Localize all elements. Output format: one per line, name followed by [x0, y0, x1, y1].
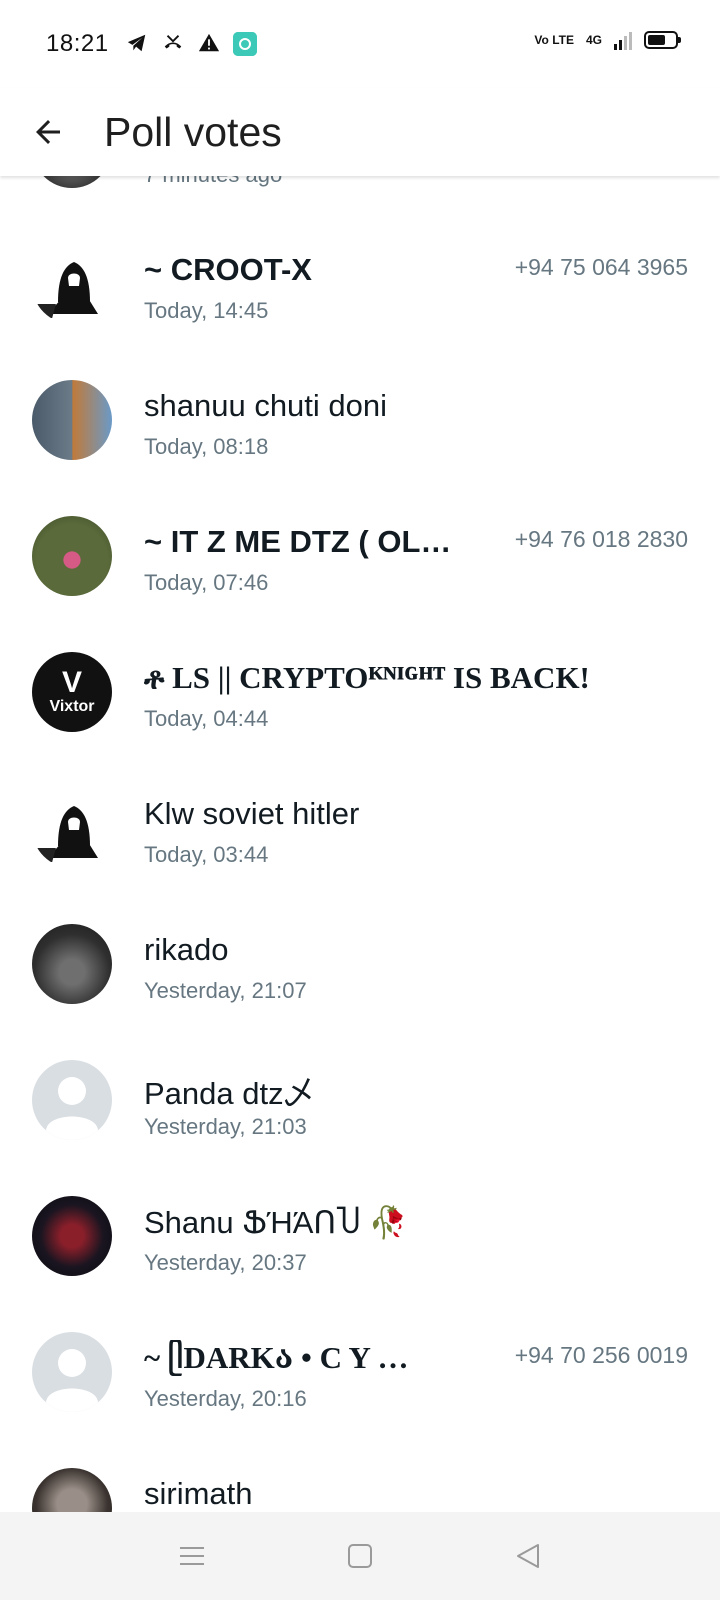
- avatar: [32, 176, 112, 188]
- voter-list[interactable]: 7 minutes ago ~ CROOT-X Today, 14:45 +94…: [0, 176, 720, 1512]
- list-item[interactable]: rikado Yesterday, 21:07: [0, 896, 720, 1032]
- phone-number: +94 75 064 3965: [514, 254, 688, 280]
- voter-name: shanuu chuti doni: [144, 388, 388, 423]
- voter-name: ~ IT Z ME DTZ ( OL…: [144, 524, 452, 559]
- photo-avatar: [32, 1196, 112, 1276]
- vote-time: Today, 07:46: [144, 570, 269, 595]
- default-avatar: [32, 1060, 112, 1140]
- vote-time: Today, 03:44: [144, 842, 269, 867]
- vixtor-logo-text: Vixtor: [49, 698, 95, 715]
- vote-time: Today, 04:44: [144, 706, 269, 731]
- list-item[interactable]: ~ ᥫDARKა • C Y … Yesterday, 20:16 +94 70…: [0, 1304, 720, 1440]
- menu-icon: [180, 1547, 204, 1565]
- vote-time: 7 minutes ago: [144, 176, 282, 188]
- battery-icon: [644, 31, 681, 49]
- voter-name: Shanu ՖΉΆՈႮ 🥀: [144, 1205, 408, 1240]
- phone-number: +94 70 256 0019: [514, 1342, 688, 1368]
- photo-avatar: [32, 516, 112, 596]
- list-item[interactable]: Klw soviet hitler Today, 03:44: [0, 760, 720, 896]
- missed-call-icon: [161, 32, 185, 56]
- voter-name: sirimath: [144, 1476, 253, 1511]
- voter-name: Panda dtz乄: [144, 1076, 315, 1111]
- default-avatar: [32, 1332, 112, 1412]
- telegram-icon: [125, 32, 149, 56]
- vote-time: Yesterday, 20:37: [144, 1250, 307, 1275]
- signal-strength-icon: [614, 30, 632, 50]
- list-item[interactable]: V Vixtor ቶ LS || CRYPTOᴷᴺᴵᴳᴴᵀ IS BACK! T…: [0, 624, 720, 760]
- vote-time: Today, 08:18: [144, 434, 269, 459]
- back-icon: [517, 1544, 539, 1568]
- home-button[interactable]: [336, 1532, 384, 1580]
- app-notification-icon: [232, 32, 257, 56]
- system-navigation-bar: [0, 1512, 720, 1600]
- status-bar: 18:21 Vo LTE 4G: [0, 0, 720, 88]
- voter-name: ~ CROOT-X: [144, 252, 312, 287]
- vote-time: Yesterday, 21:07: [144, 978, 307, 1003]
- menu-button[interactable]: [168, 1532, 216, 1580]
- app-bar: Poll votes: [0, 88, 720, 176]
- volte-label: Vo LTE: [534, 33, 574, 47]
- back-button[interactable]: [0, 88, 96, 176]
- list-item[interactable]: 7 minutes ago: [0, 176, 720, 216]
- nav-back-button[interactable]: [504, 1532, 552, 1580]
- voter-name: Klw soviet hitler: [144, 796, 360, 831]
- phone-number: +94 76 018 2830: [514, 526, 688, 552]
- vote-time: Yesterday, 20:16: [144, 1386, 307, 1411]
- vote-time: Yesterday, 21:03: [144, 1114, 307, 1139]
- photo-avatar: [32, 380, 112, 460]
- vote-time: Today, 14:45: [144, 298, 269, 323]
- arrow-left-icon: [36, 120, 60, 144]
- list-item[interactable]: Shanu ՖΉΆՈႮ 🥀 Yesterday, 20:37: [0, 1168, 720, 1304]
- system-indicators: Vo LTE 4G: [534, 30, 681, 50]
- voter-name: rikado: [144, 932, 229, 967]
- person-icon: [46, 1077, 98, 1140]
- voter-name: ~ ᥫDARKა • C Y …: [144, 1340, 409, 1375]
- vixtor-logo-mark: V: [61, 666, 82, 699]
- warning-icon: [197, 32, 221, 56]
- list-item[interactable]: Panda dtz乄 Yesterday, 21:03: [0, 1032, 720, 1168]
- notification-icons: [125, 32, 257, 56]
- photo-avatar: [32, 1468, 112, 1512]
- list-item[interactable]: sirimath: [0, 1440, 720, 1512]
- photo-avatar: [32, 924, 112, 1004]
- page-title: Poll votes: [104, 108, 282, 155]
- person-icon: [46, 1349, 98, 1412]
- list-item[interactable]: shanuu chuti doni Today, 08:18: [0, 352, 720, 488]
- home-icon: [348, 1544, 372, 1568]
- hacker-avatar: [32, 244, 112, 324]
- vixtor-avatar: V Vixtor: [32, 652, 112, 732]
- hacker-avatar: [32, 788, 112, 868]
- network-type-label: 4G: [585, 33, 602, 47]
- list-item[interactable]: ~ CROOT-X Today, 14:45 +94 75 064 3965: [0, 216, 720, 352]
- status-time: 18:21: [46, 30, 109, 57]
- list-item[interactable]: ~ IT Z ME DTZ ( OL… Today, 07:46 +94 76 …: [0, 488, 720, 624]
- battery-level: [648, 35, 665, 45]
- voter-name: ቶ LS || CRYPTOᴷᴺᴵᴳᴴᵀ IS BACK!: [144, 660, 590, 695]
